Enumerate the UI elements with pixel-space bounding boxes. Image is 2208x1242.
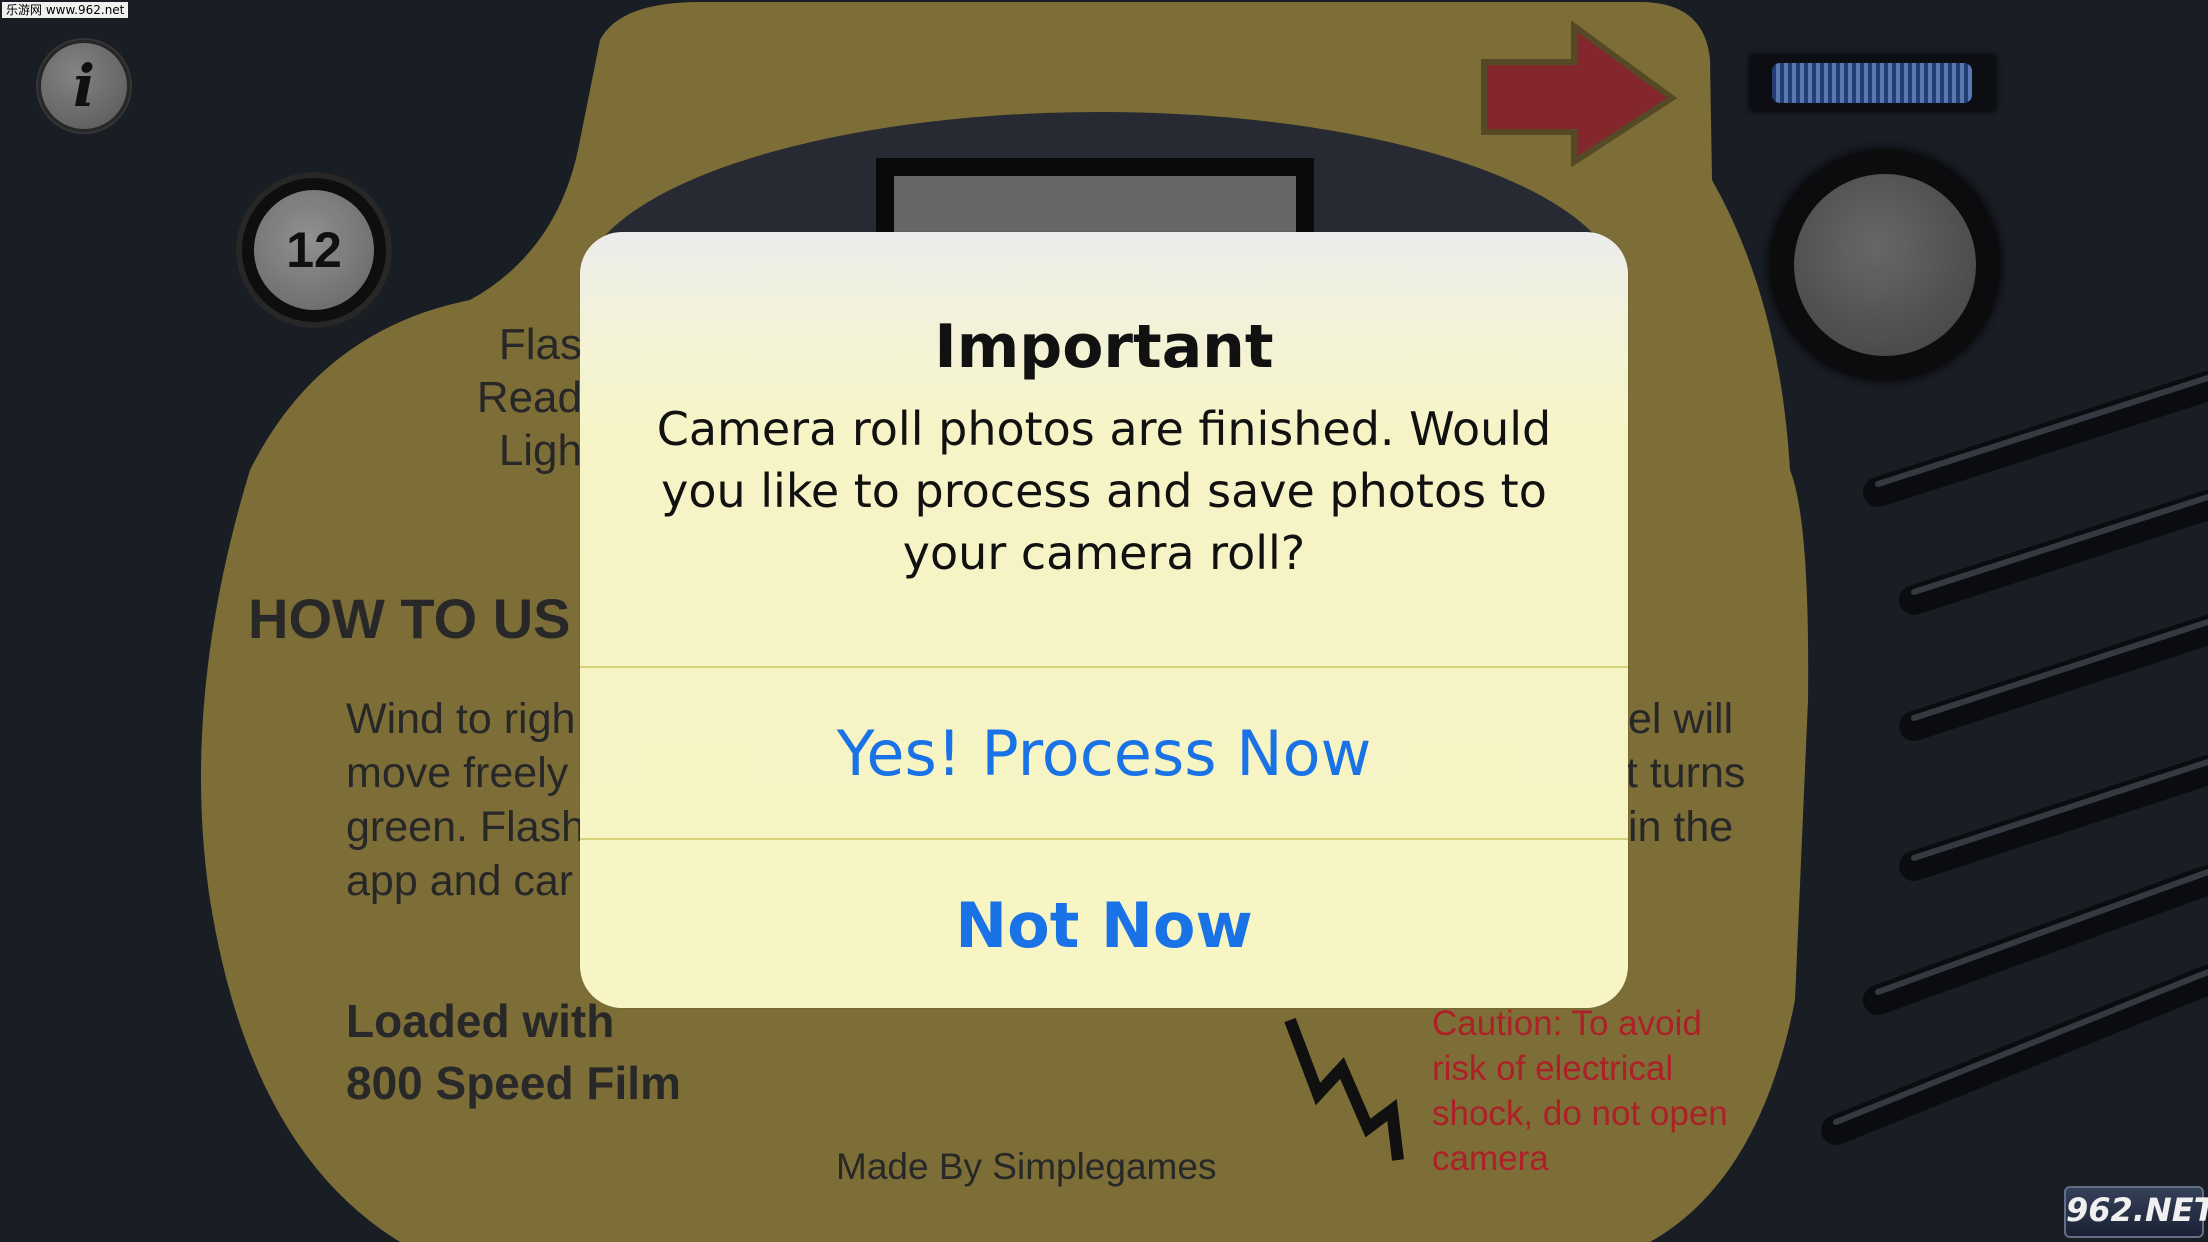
not-now-button[interactable]: Not Now	[580, 840, 1628, 1008]
alert-dialog: Important Camera roll photos are finishe…	[580, 232, 1628, 1008]
alert-title: Important	[934, 312, 1274, 382]
alert-message: Camera roll photos are finished. Would y…	[656, 402, 1552, 580]
process-now-button[interactable]: Yes! Process Now	[580, 668, 1628, 838]
